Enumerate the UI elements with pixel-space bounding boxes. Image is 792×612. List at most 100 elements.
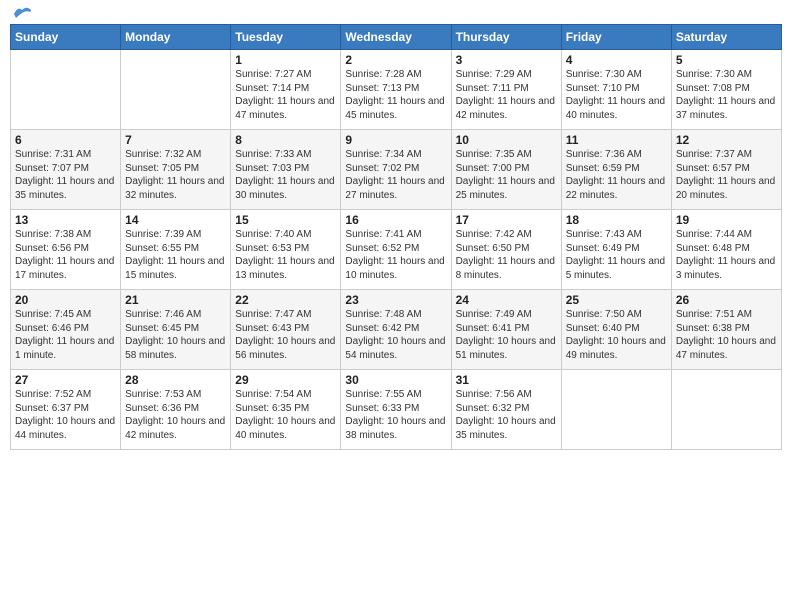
calendar-cell: 30Sunrise: 7:55 AM Sunset: 6:33 PM Dayli… bbox=[341, 370, 451, 450]
calendar-cell: 13Sunrise: 7:38 AM Sunset: 6:56 PM Dayli… bbox=[11, 210, 121, 290]
calendar-cell: 15Sunrise: 7:40 AM Sunset: 6:53 PM Dayli… bbox=[231, 210, 341, 290]
calendar-cell: 26Sunrise: 7:51 AM Sunset: 6:38 PM Dayli… bbox=[671, 290, 781, 370]
day-number: 19 bbox=[676, 213, 777, 227]
day-number: 23 bbox=[345, 293, 446, 307]
cell-content: Sunrise: 7:55 AM Sunset: 6:33 PM Dayligh… bbox=[345, 388, 446, 442]
day-number: 16 bbox=[345, 213, 446, 227]
cell-content: Sunrise: 7:31 AM Sunset: 7:07 PM Dayligh… bbox=[15, 148, 116, 202]
col-header-tuesday: Tuesday bbox=[231, 25, 341, 50]
calendar-cell: 7Sunrise: 7:32 AM Sunset: 7:05 PM Daylig… bbox=[121, 130, 231, 210]
cell-content: Sunrise: 7:39 AM Sunset: 6:55 PM Dayligh… bbox=[125, 228, 226, 282]
day-number: 27 bbox=[15, 373, 116, 387]
calendar-cell: 27Sunrise: 7:52 AM Sunset: 6:37 PM Dayli… bbox=[11, 370, 121, 450]
col-header-sunday: Sunday bbox=[11, 25, 121, 50]
cell-content: Sunrise: 7:43 AM Sunset: 6:49 PM Dayligh… bbox=[566, 228, 667, 282]
day-number: 28 bbox=[125, 373, 226, 387]
cell-content: Sunrise: 7:36 AM Sunset: 6:59 PM Dayligh… bbox=[566, 148, 667, 202]
calendar-cell: 3Sunrise: 7:29 AM Sunset: 7:11 PM Daylig… bbox=[451, 50, 561, 130]
day-number: 1 bbox=[235, 53, 336, 67]
day-number: 17 bbox=[456, 213, 557, 227]
day-number: 20 bbox=[15, 293, 116, 307]
cell-content: Sunrise: 7:40 AM Sunset: 6:53 PM Dayligh… bbox=[235, 228, 336, 282]
calendar-cell: 29Sunrise: 7:54 AM Sunset: 6:35 PM Dayli… bbox=[231, 370, 341, 450]
day-number: 7 bbox=[125, 133, 226, 147]
cell-content: Sunrise: 7:49 AM Sunset: 6:41 PM Dayligh… bbox=[456, 308, 557, 362]
calendar-cell bbox=[11, 50, 121, 130]
cell-content: Sunrise: 7:33 AM Sunset: 7:03 PM Dayligh… bbox=[235, 148, 336, 202]
cell-content: Sunrise: 7:51 AM Sunset: 6:38 PM Dayligh… bbox=[676, 308, 777, 362]
cell-content: Sunrise: 7:46 AM Sunset: 6:45 PM Dayligh… bbox=[125, 308, 226, 362]
calendar-cell: 1Sunrise: 7:27 AM Sunset: 7:14 PM Daylig… bbox=[231, 50, 341, 130]
calendar-cell: 9Sunrise: 7:34 AM Sunset: 7:02 PM Daylig… bbox=[341, 130, 451, 210]
calendar-cell: 10Sunrise: 7:35 AM Sunset: 7:00 PM Dayli… bbox=[451, 130, 561, 210]
cell-content: Sunrise: 7:37 AM Sunset: 6:57 PM Dayligh… bbox=[676, 148, 777, 202]
day-number: 4 bbox=[566, 53, 667, 67]
cell-content: Sunrise: 7:29 AM Sunset: 7:11 PM Dayligh… bbox=[456, 68, 557, 122]
cell-content: Sunrise: 7:48 AM Sunset: 6:42 PM Dayligh… bbox=[345, 308, 446, 362]
page-header bbox=[10, 10, 782, 16]
day-number: 3 bbox=[456, 53, 557, 67]
day-number: 18 bbox=[566, 213, 667, 227]
calendar-cell: 5Sunrise: 7:30 AM Sunset: 7:08 PM Daylig… bbox=[671, 50, 781, 130]
logo-bird-icon bbox=[12, 6, 32, 20]
cell-content: Sunrise: 7:54 AM Sunset: 6:35 PM Dayligh… bbox=[235, 388, 336, 442]
cell-content: Sunrise: 7:27 AM Sunset: 7:14 PM Dayligh… bbox=[235, 68, 336, 122]
day-number: 25 bbox=[566, 293, 667, 307]
day-number: 11 bbox=[566, 133, 667, 147]
day-number: 8 bbox=[235, 133, 336, 147]
calendar-cell: 21Sunrise: 7:46 AM Sunset: 6:45 PM Dayli… bbox=[121, 290, 231, 370]
col-header-monday: Monday bbox=[121, 25, 231, 50]
calendar-cell: 6Sunrise: 7:31 AM Sunset: 7:07 PM Daylig… bbox=[11, 130, 121, 210]
calendar-cell: 2Sunrise: 7:28 AM Sunset: 7:13 PM Daylig… bbox=[341, 50, 451, 130]
day-number: 6 bbox=[15, 133, 116, 147]
cell-content: Sunrise: 7:47 AM Sunset: 6:43 PM Dayligh… bbox=[235, 308, 336, 362]
calendar-cell bbox=[121, 50, 231, 130]
cell-content: Sunrise: 7:35 AM Sunset: 7:00 PM Dayligh… bbox=[456, 148, 557, 202]
day-number: 2 bbox=[345, 53, 446, 67]
day-number: 22 bbox=[235, 293, 336, 307]
calendar-cell: 24Sunrise: 7:49 AM Sunset: 6:41 PM Dayli… bbox=[451, 290, 561, 370]
calendar-cell: 16Sunrise: 7:41 AM Sunset: 6:52 PM Dayli… bbox=[341, 210, 451, 290]
cell-content: Sunrise: 7:41 AM Sunset: 6:52 PM Dayligh… bbox=[345, 228, 446, 282]
calendar-cell: 22Sunrise: 7:47 AM Sunset: 6:43 PM Dayli… bbox=[231, 290, 341, 370]
calendar-cell: 19Sunrise: 7:44 AM Sunset: 6:48 PM Dayli… bbox=[671, 210, 781, 290]
day-number: 31 bbox=[456, 373, 557, 387]
week-row-5: 27Sunrise: 7:52 AM Sunset: 6:37 PM Dayli… bbox=[11, 370, 782, 450]
logo bbox=[10, 10, 32, 16]
col-header-thursday: Thursday bbox=[451, 25, 561, 50]
calendar-table: SundayMondayTuesdayWednesdayThursdayFrid… bbox=[10, 24, 782, 450]
day-number: 26 bbox=[676, 293, 777, 307]
calendar-cell: 17Sunrise: 7:42 AM Sunset: 6:50 PM Dayli… bbox=[451, 210, 561, 290]
cell-content: Sunrise: 7:53 AM Sunset: 6:36 PM Dayligh… bbox=[125, 388, 226, 442]
day-number: 15 bbox=[235, 213, 336, 227]
calendar-cell bbox=[671, 370, 781, 450]
calendar-cell bbox=[561, 370, 671, 450]
col-header-wednesday: Wednesday bbox=[341, 25, 451, 50]
cell-content: Sunrise: 7:52 AM Sunset: 6:37 PM Dayligh… bbox=[15, 388, 116, 442]
calendar-cell: 8Sunrise: 7:33 AM Sunset: 7:03 PM Daylig… bbox=[231, 130, 341, 210]
cell-content: Sunrise: 7:56 AM Sunset: 6:32 PM Dayligh… bbox=[456, 388, 557, 442]
calendar-cell: 4Sunrise: 7:30 AM Sunset: 7:10 PM Daylig… bbox=[561, 50, 671, 130]
calendar-header-row: SundayMondayTuesdayWednesdayThursdayFrid… bbox=[11, 25, 782, 50]
cell-content: Sunrise: 7:34 AM Sunset: 7:02 PM Dayligh… bbox=[345, 148, 446, 202]
week-row-2: 6Sunrise: 7:31 AM Sunset: 7:07 PM Daylig… bbox=[11, 130, 782, 210]
cell-content: Sunrise: 7:42 AM Sunset: 6:50 PM Dayligh… bbox=[456, 228, 557, 282]
cell-content: Sunrise: 7:30 AM Sunset: 7:08 PM Dayligh… bbox=[676, 68, 777, 122]
day-number: 30 bbox=[345, 373, 446, 387]
calendar-cell: 14Sunrise: 7:39 AM Sunset: 6:55 PM Dayli… bbox=[121, 210, 231, 290]
week-row-1: 1Sunrise: 7:27 AM Sunset: 7:14 PM Daylig… bbox=[11, 50, 782, 130]
calendar-cell: 25Sunrise: 7:50 AM Sunset: 6:40 PM Dayli… bbox=[561, 290, 671, 370]
week-row-4: 20Sunrise: 7:45 AM Sunset: 6:46 PM Dayli… bbox=[11, 290, 782, 370]
day-number: 10 bbox=[456, 133, 557, 147]
day-number: 21 bbox=[125, 293, 226, 307]
day-number: 29 bbox=[235, 373, 336, 387]
week-row-3: 13Sunrise: 7:38 AM Sunset: 6:56 PM Dayli… bbox=[11, 210, 782, 290]
day-number: 5 bbox=[676, 53, 777, 67]
calendar-cell: 20Sunrise: 7:45 AM Sunset: 6:46 PM Dayli… bbox=[11, 290, 121, 370]
day-number: 24 bbox=[456, 293, 557, 307]
cell-content: Sunrise: 7:28 AM Sunset: 7:13 PM Dayligh… bbox=[345, 68, 446, 122]
calendar-cell: 23Sunrise: 7:48 AM Sunset: 6:42 PM Dayli… bbox=[341, 290, 451, 370]
cell-content: Sunrise: 7:45 AM Sunset: 6:46 PM Dayligh… bbox=[15, 308, 116, 362]
col-header-friday: Friday bbox=[561, 25, 671, 50]
calendar-cell: 31Sunrise: 7:56 AM Sunset: 6:32 PM Dayli… bbox=[451, 370, 561, 450]
